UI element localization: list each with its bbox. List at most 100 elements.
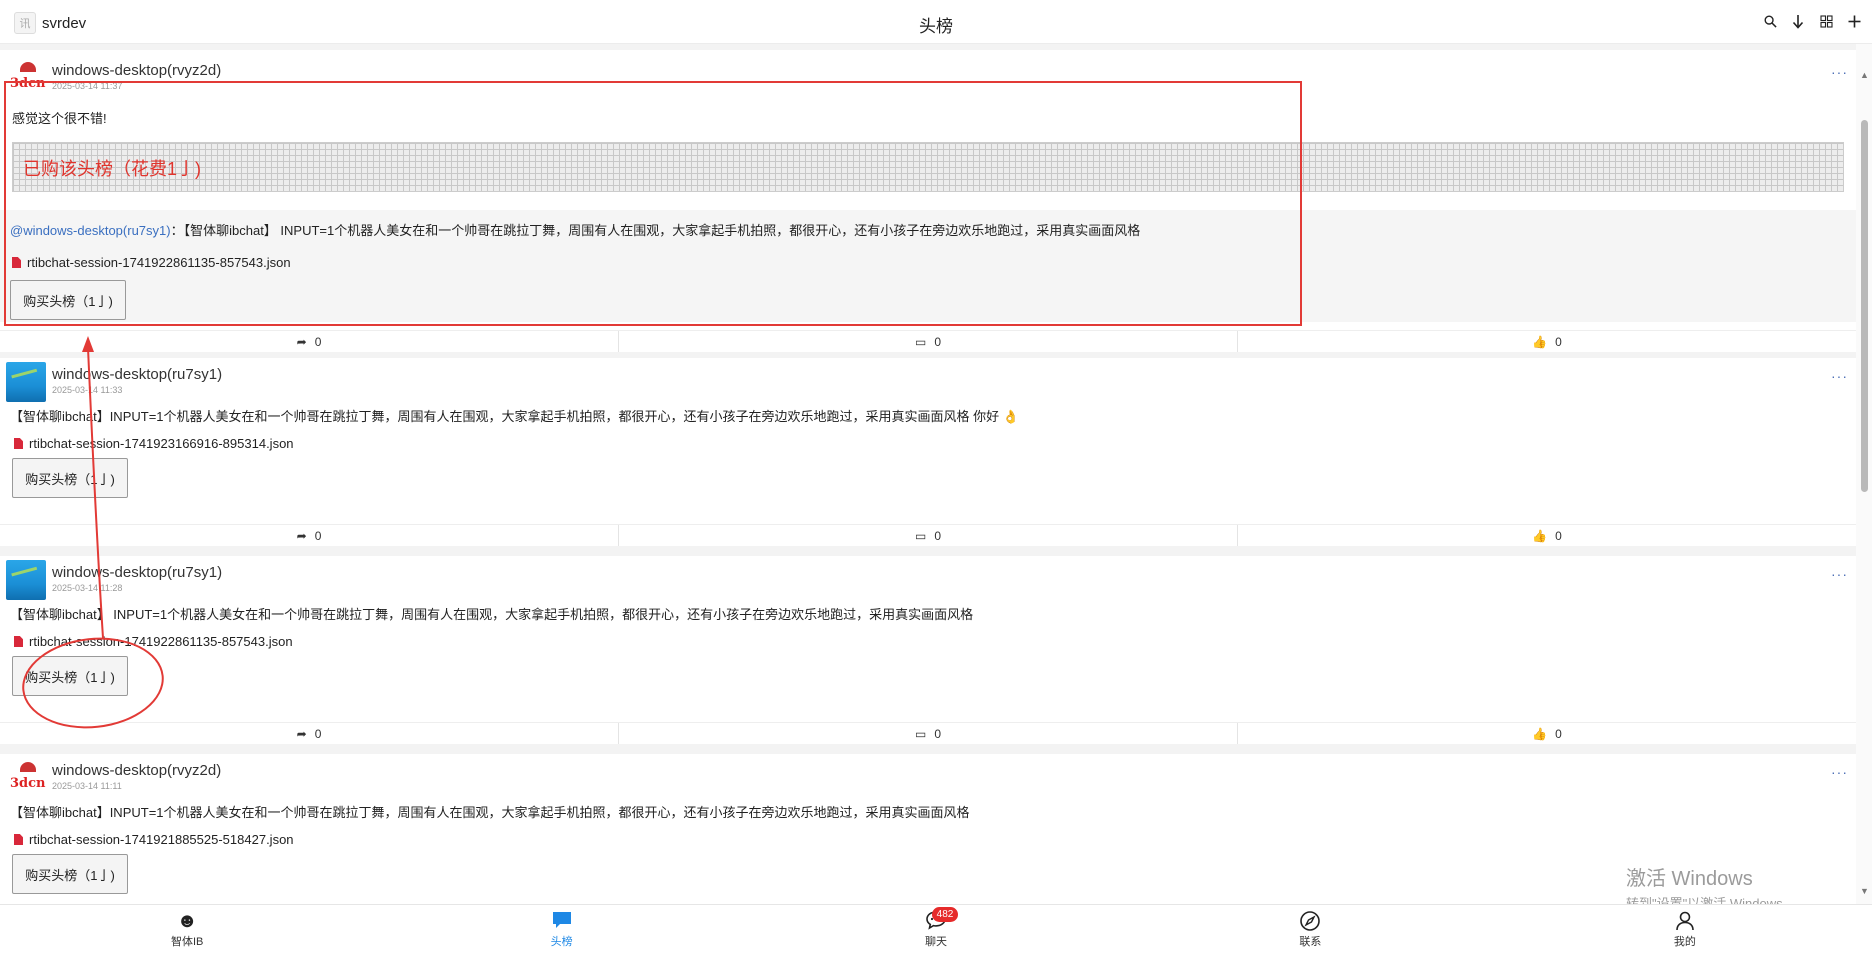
- post-text: 【智体聊ibchat】INPUT=1个机器人美女在和一个帅哥在跳拉丁舞，周围有人…: [10, 805, 970, 820]
- avatar-text: 3dcn: [10, 76, 46, 91]
- post-timestamp: 2025-03-14 11:37: [52, 81, 123, 91]
- add-icon[interactable]: [1846, 12, 1862, 30]
- scroll-thumb[interactable]: [1861, 120, 1868, 492]
- avatar[interactable]: 3dcn: [6, 58, 46, 98]
- search-icon[interactable]: [1762, 12, 1778, 30]
- share-icon: ➦: [296, 726, 307, 741]
- like-action[interactable]: 👍 0: [1238, 525, 1856, 546]
- post-username[interactable]: windows-desktop(ru7sy1): [52, 366, 222, 383]
- post-username[interactable]: windows-desktop(rvyz2d): [52, 62, 221, 79]
- mention-link[interactable]: @windows-desktop(ru7sy1): [10, 223, 171, 238]
- file-icon: [14, 438, 23, 449]
- file-name: rtibchat-session-1741923166916-895314.js…: [29, 436, 294, 451]
- avatar[interactable]: 3dcn: [6, 758, 46, 798]
- app-logo-icon: 讯: [14, 12, 36, 34]
- comment-count: 0: [934, 528, 942, 543]
- comment-count: 0: [934, 726, 942, 741]
- paid-banner: 已购该头榜（花费1亅): [12, 142, 1844, 192]
- avatar[interactable]: [6, 560, 46, 600]
- thumbs-up-icon: 👍: [1532, 528, 1548, 543]
- comment-icon: ▭: [914, 334, 927, 349]
- post-actions: ➦ 0 ▭ 0 👍 0: [0, 524, 1856, 546]
- feed-post: windows-desktop(ru7sy1) 2025-03-14 11:28…: [0, 556, 1856, 744]
- comment-count: 0: [934, 334, 942, 349]
- attachment-file[interactable]: rtibchat-session-1741922861135-857543.js…: [14, 634, 293, 649]
- top-toolbar: [1762, 12, 1862, 30]
- share-action[interactable]: ➦ 0: [0, 525, 619, 546]
- bottom-tab-bar: ☻ 智体IB 头榜 482 聊天 联系 我的: [0, 904, 1872, 954]
- brand-name: svrdev: [42, 14, 87, 32]
- more-options-button[interactable]: ···: [1831, 566, 1848, 582]
- tab-profile[interactable]: 我的: [1498, 905, 1872, 954]
- buy-headline-button[interactable]: 购买头榜（1亅): [12, 458, 128, 498]
- feed-post: 3dcn windows-desktop(rvyz2d) 2025-03-14 …: [0, 754, 1856, 904]
- feed-scrollbar[interactable]: ▲ ▼: [1856, 44, 1872, 904]
- like-count: 0: [1555, 528, 1562, 543]
- feed-list[interactable]: 3dcn windows-desktop(rvyz2d) 2025-03-14 …: [0, 44, 1856, 904]
- thumbs-up-icon: 👍: [1532, 726, 1548, 741]
- post-comment: 感觉这个很不错!: [12, 111, 107, 126]
- scroll-down-arrow-icon[interactable]: ▼: [1860, 886, 1869, 896]
- user-icon: [1674, 910, 1696, 932]
- more-options-button[interactable]: ···: [1831, 764, 1848, 780]
- post-header: 3dcn windows-desktop(rvyz2d) 2025-03-14 …: [0, 50, 1856, 92]
- tab-label: 头榜: [550, 936, 573, 948]
- share-action[interactable]: ➦ 0: [0, 331, 619, 352]
- share-count: 0: [314, 528, 322, 543]
- compass-icon: [1299, 910, 1321, 932]
- file-name: rtibchat-session-1741921885525-518427.js…: [29, 832, 294, 847]
- tab-contacts[interactable]: 联系: [1123, 905, 1497, 954]
- post-header: windows-desktop(ru7sy1) 2025-03-14 11:28…: [0, 556, 1856, 600]
- buy-headline-button[interactable]: 购买头榜（1亅): [12, 854, 128, 894]
- attachment-file[interactable]: rtibchat-session-1741922861135-857543.js…: [12, 255, 291, 270]
- comment-action[interactable]: ▭ 0: [619, 723, 1238, 744]
- comment-icon: ▭: [914, 726, 927, 741]
- post-timestamp: 2025-03-14 11:11: [52, 781, 122, 791]
- post-username[interactable]: windows-desktop(rvyz2d): [52, 762, 221, 779]
- quoted-text-line: @windows-desktop(ru7sy1)：【智体聊ibchat】 INP…: [10, 220, 1140, 239]
- tab-chat[interactable]: 482 聊天: [749, 905, 1123, 954]
- unread-badge: 482: [932, 907, 959, 922]
- paid-banner-text: 已购该头榜（花费1亅): [23, 159, 202, 179]
- post-text: 【智体聊ibchat】INPUT=1个机器人美女在和一个帅哥在跳拉丁舞，周围有人…: [10, 409, 1019, 424]
- feed-post: 3dcn windows-desktop(rvyz2d) 2025-03-14 …: [0, 50, 1856, 352]
- grid-icon[interactable]: [1818, 12, 1834, 30]
- attachment-file[interactable]: rtibchat-session-1741921885525-518427.js…: [14, 832, 294, 847]
- comment-action[interactable]: ▭ 0: [619, 331, 1238, 352]
- buy-headline-button[interactable]: 购买头榜（1亅): [12, 656, 128, 696]
- watermark-title: 激活 Windows: [1626, 868, 1753, 890]
- tab-label: 联系: [1299, 936, 1322, 948]
- share-icon: ➦: [296, 334, 307, 349]
- like-action[interactable]: 👍 0: [1238, 331, 1856, 352]
- post-timestamp: 2025-03-14 11:28: [52, 583, 123, 593]
- roof-logo-icon: [20, 62, 36, 72]
- quoted-post[interactable]: @windows-desktop(ru7sy1)：【智体聊ibchat】 INP…: [0, 210, 1856, 322]
- post-header: 3dcn windows-desktop(rvyz2d) 2025-03-14 …: [0, 754, 1856, 796]
- post-text: 【智体聊ibchat】 INPUT=1个机器人美女在和一个帅哥在跳拉丁舞，周围有…: [10, 607, 974, 622]
- app-window: 讯 svrdev 头榜 3dcn windows-desktop(rvyz2d)…: [0, 0, 1872, 954]
- like-count: 0: [1555, 334, 1562, 349]
- page-title: 头榜: [919, 17, 953, 36]
- download-icon[interactable]: [1790, 12, 1806, 30]
- share-action[interactable]: ➦ 0: [0, 723, 619, 744]
- post-actions: ➦ 0 ▭ 0 👍 0: [0, 722, 1856, 744]
- like-count: 0: [1555, 726, 1562, 741]
- mention-colon: ：: [170, 223, 184, 238]
- comment-action[interactable]: ▭ 0: [619, 525, 1238, 546]
- tab-toubang[interactable]: 头榜: [374, 905, 748, 954]
- more-options-button[interactable]: ···: [1831, 64, 1848, 80]
- share-count: 0: [314, 334, 322, 349]
- post-username[interactable]: windows-desktop(ru7sy1): [52, 564, 222, 581]
- comment-icon: ▭: [914, 528, 927, 543]
- tab-zhiti-ib[interactable]: ☻ 智体IB: [0, 905, 374, 954]
- quoted-text: 【智体聊ibchat】 INPUT=1个机器人美女在和一个帅哥在跳拉丁舞，周围有…: [183, 223, 1141, 238]
- buy-headline-button[interactable]: 购买头榜（1亅): [10, 280, 126, 320]
- tab-label: 我的: [1673, 936, 1696, 948]
- like-action[interactable]: 👍 0: [1238, 723, 1856, 744]
- avatar[interactable]: [6, 362, 46, 402]
- scroll-up-arrow-icon[interactable]: ▲: [1860, 70, 1869, 80]
- attachment-file[interactable]: rtibchat-session-1741923166916-895314.js…: [14, 436, 294, 451]
- file-name: rtibchat-session-1741922861135-857543.js…: [29, 634, 293, 649]
- brand[interactable]: 讯 svrdev: [14, 12, 86, 34]
- more-options-button[interactable]: ···: [1831, 368, 1848, 384]
